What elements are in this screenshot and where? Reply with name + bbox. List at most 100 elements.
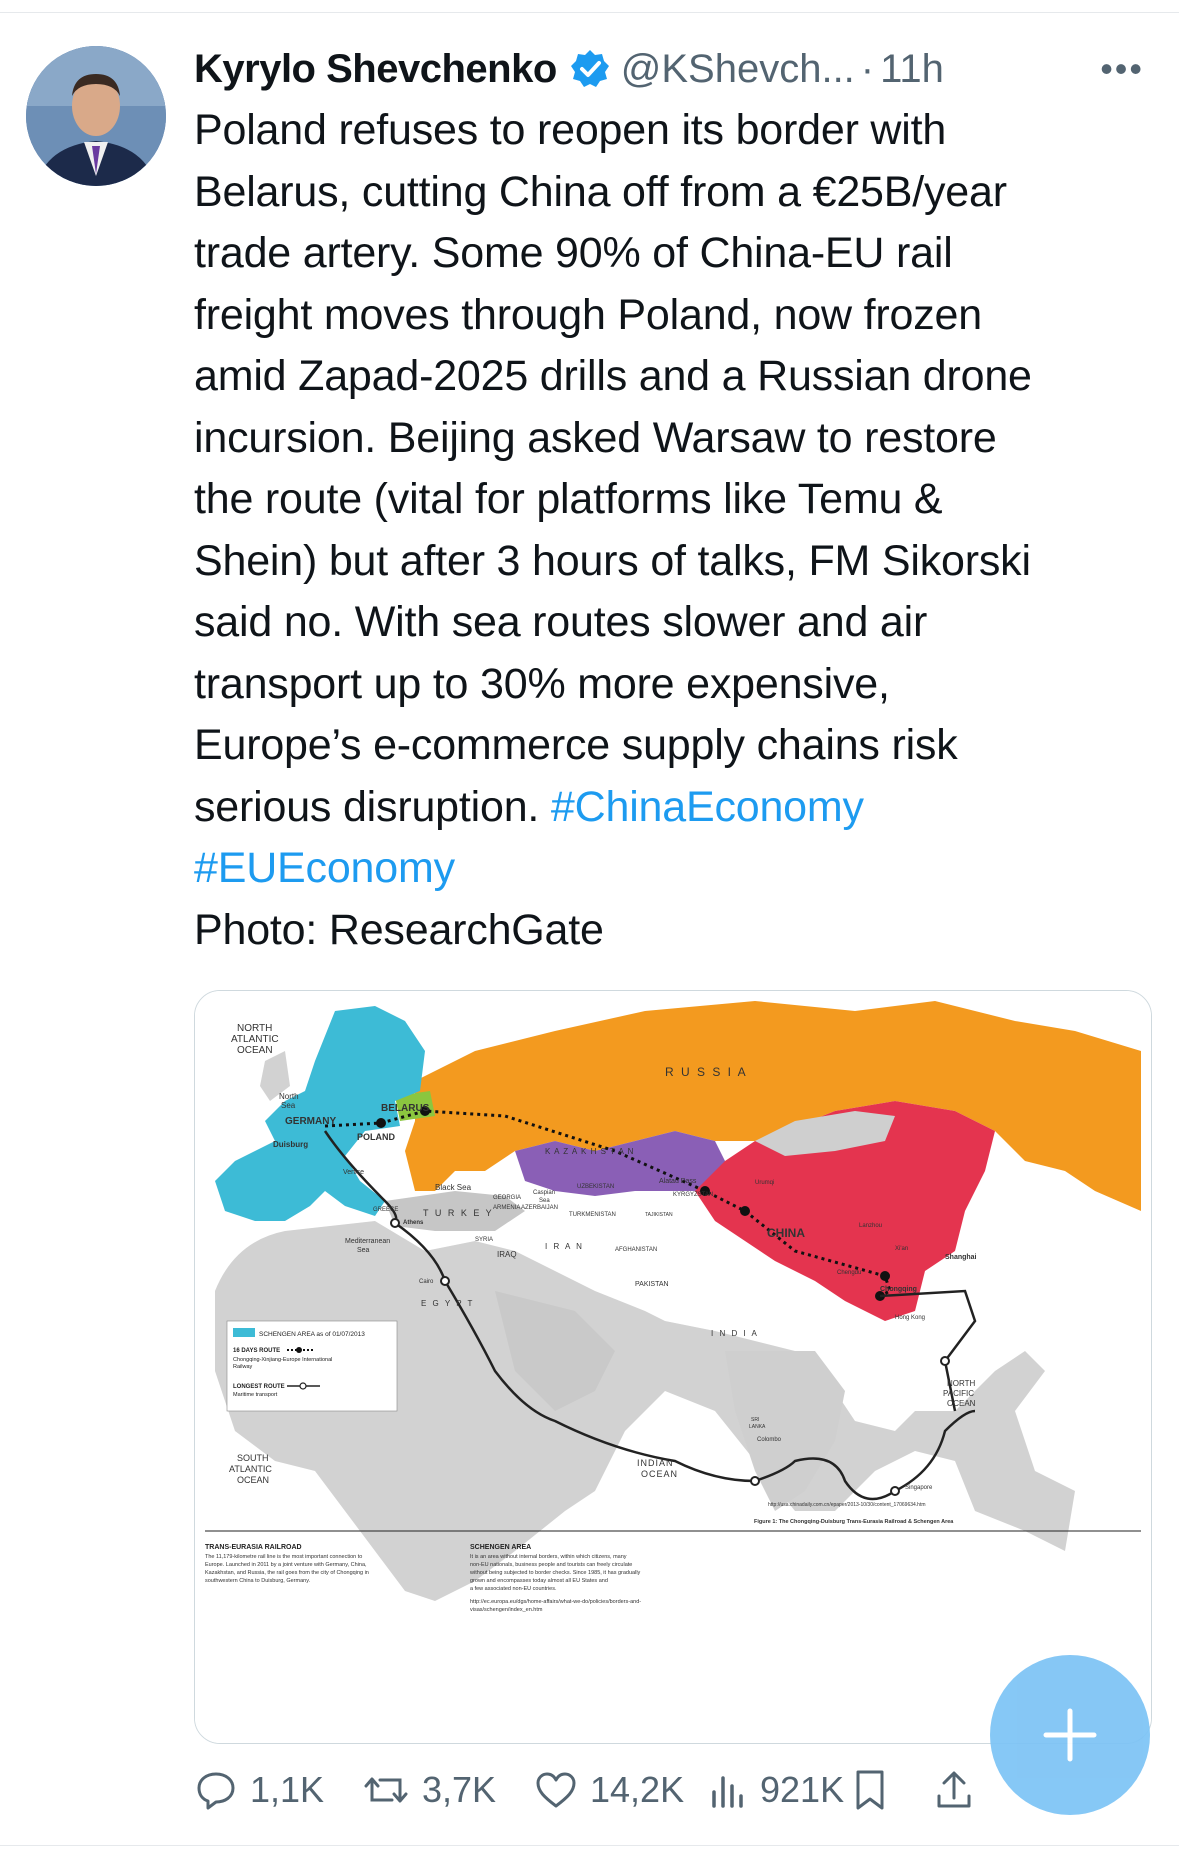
label-xian: Xi'an [895,1246,908,1252]
label-sri-lanka-2: LANKA [749,1424,766,1430]
photo-credit: Photo: ResearchGate [194,905,604,954]
label-north-sea-2: Sea [281,1101,296,1110]
label-chengdu: Chengdu [837,1270,861,1276]
label-venice: Venice [343,1169,364,1176]
label-hongkong: Hong Kong [895,1315,925,1321]
notes-schengen-line: without being subjected to border checks… [469,1570,641,1576]
notes-rail-line: Europe. Launched in 2011 by a joint vent… [205,1562,367,1568]
views-button[interactable]: 921K [708,1755,844,1825]
label-kyrgyzstan: KYRGYZSTAN [673,1192,713,1198]
label-poland: POLAND [357,1132,396,1142]
label-iraq: IRAQ [497,1250,517,1259]
repost-button[interactable]: 3,7K [362,1755,496,1825]
notes-rail-title: TRANS-EURASIA RAILROAD [205,1544,302,1551]
notes-rail-line: The 11,179-kilometre rail line is the mo… [205,1554,362,1560]
label-caspian-2: Sea [539,1198,550,1204]
notes-schengen-line: grown and encompasses today almost all E… [470,1578,608,1584]
notes-schengen-url: http://ec.europa.eu/dgs/home-affairs/wha… [470,1599,641,1605]
views-icon [712,1776,743,1808]
label-kazakhstan: K A Z A K H S T A N [545,1147,634,1156]
label-india: I N D I A [711,1329,759,1338]
share-button[interactable] [934,1755,986,1825]
label-alatau: Alatau Pass [659,1178,697,1185]
reply-icon [197,1772,235,1810]
label-russia: R U S S I A [665,1065,748,1079]
label-black-sea: Black Sea [435,1183,472,1192]
post-time[interactable]: 11h [880,47,944,92]
label-south-atlantic-3: OCEAN [237,1475,269,1485]
label-indian-ocean: INDIAN [637,1458,674,1468]
like-button[interactable]: 14,2K [534,1755,684,1825]
author-name[interactable]: Kyrylo Shevchenko [194,47,557,92]
label-egypt: E G Y P T [421,1299,474,1308]
label-north-pacific: NORTH [947,1379,976,1388]
label-mediterranean-2: Sea [357,1247,370,1254]
notes-schengen-line: It is an area without internal borders, … [470,1554,627,1560]
label-duisburg: Duisburg [273,1140,308,1149]
separator-dot: · [860,46,875,91]
like-icon [536,1772,576,1808]
more-icon[interactable]: ••• [1100,48,1144,90]
label-singapore: Singapore [905,1485,933,1491]
label-south-atlantic-2: ATLANTIC [229,1464,272,1474]
notes-schengen-line: a few associated non-EU countries. [470,1586,557,1592]
repost-icon [364,1777,408,1803]
legend-route16: 16 DAYS ROUTE [233,1348,280,1354]
label-afghanistan: AFGHANISTAN [615,1247,657,1253]
label-sri-lanka: SRI [751,1417,759,1423]
label-north-sea: North [279,1092,299,1101]
notes-schengen-line: non-EU nationals, business people and to… [470,1562,632,1568]
bookmark-button[interactable] [850,1755,902,1825]
notes-rail-line: Kazakhstan, and Russia, the rail goes fr… [205,1570,369,1576]
reply-button[interactable]: 1,1K [194,1755,324,1825]
label-tajikistan: TAJIKISTAN [645,1212,673,1218]
legend-route16-desc: Chongqing-Xinjiang-Europe International [233,1357,332,1363]
label-urumqi: Urumqi [755,1180,774,1186]
label-china: CHINA [767,1226,805,1240]
label-caspian: Caspian [533,1190,555,1196]
post-photo[interactable]: NORTH ATLANTIC OCEAN North Sea R U S S I… [194,990,1152,1744]
post-text: Poland refuses to reopen its border with… [194,100,1154,961]
label-north-pacific-2: PACIFIC [943,1389,974,1398]
hashtag-china-economy[interactable]: #ChinaEconomy [551,783,864,831]
notes-schengen-url-2: visas/schengen/index_en.htm [470,1607,543,1613]
label-azerbaijan: AZERBAIJAN [521,1205,558,1211]
avatar[interactable] [26,46,166,186]
label-north-atlantic: NORTH [237,1023,272,1034]
author-handle[interactable]: @KShevch... [621,47,855,92]
label-north-atlantic-3: OCEAN [237,1045,273,1056]
label-greece: GREECE [373,1207,398,1213]
label-shanghai: Shanghai [945,1254,977,1261]
label-cairo: Cairo [419,1279,434,1285]
label-chongqing: Chongqing [880,1286,917,1293]
label-south-atlantic: SOUTH [237,1453,269,1463]
legend-route16-desc-2: Railway [233,1364,253,1370]
post-header: Kyrylo Shevchenko @KShevch... · 11h ••• [194,42,1144,96]
notes-schengen-title: SCHENGEN AREA [470,1544,531,1551]
notes-rail-line: southwestern China to Duisburg, Germany. [205,1578,311,1584]
label-iran: I R A N [545,1242,584,1251]
label-uzbekistan: UZBEKISTAN [577,1184,614,1190]
label-north-atlantic-2: ATLANTIC [231,1034,279,1045]
label-belarus: BELARUS [381,1103,430,1114]
label-turkmenistan: TURKMENISTAN [569,1212,616,1218]
share-icon [937,1771,971,1808]
bookmark-icon [856,1770,884,1810]
hashtag-eu-economy[interactable]: #EUEconomy [194,844,455,892]
bottom-divider [0,1845,1179,1846]
post-body: Poland refuses to reopen its border with… [194,106,1032,831]
label-syria: SYRIA [475,1237,493,1243]
label-mediterranean: Mediterranean [345,1238,390,1245]
legend-longest-desc: Maritime transport [233,1392,278,1398]
label-germany: GERMANY [285,1116,336,1127]
label-turkey: T U R K E Y [423,1208,494,1218]
views-count: 921K [760,1769,845,1810]
like-count: 14,2K [590,1769,685,1810]
legend-schengen: SCHENGEN AREA as of 01/07/2013 [259,1331,365,1338]
label-colombo: Colombo [757,1437,782,1443]
reply-count: 1,1K [250,1769,325,1810]
action-bar: 1,1K 3,7K 14,2K 921K [194,1755,1154,1825]
label-indian-ocean-2: OCEAN [641,1469,678,1479]
map-legend: SCHENGEN AREA as of 01/07/2013 16 DAYS R… [226,1320,398,1412]
verified-badge-icon [569,48,611,90]
